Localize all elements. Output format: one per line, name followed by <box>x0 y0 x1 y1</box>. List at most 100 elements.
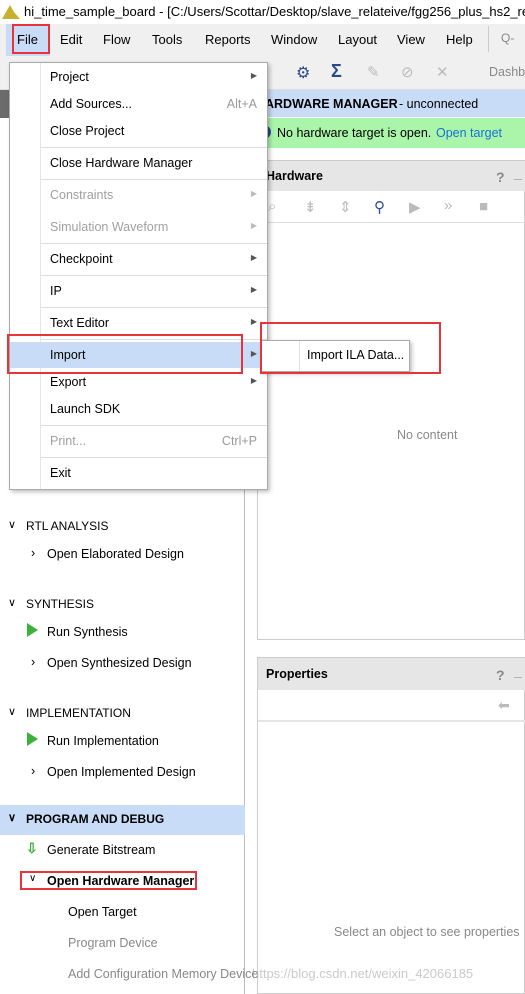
properties-window: Properties ? _ ⬅ Select an object to see… <box>257 657 525 994</box>
properties-toolbar: ⬅ <box>258 690 525 722</box>
disabled-tool-icon[interactable]: ⊘ <box>401 63 414 81</box>
hardware-panel-title: Hardware <box>266 169 323 183</box>
shortcut-label: Alt+A <box>226 97 257 111</box>
no-content-text: No content <box>397 428 458 442</box>
status-banner: No hardware target is open. Open target <box>257 118 525 148</box>
menu-help[interactable]: Help <box>446 32 473 47</box>
menu-item-checkpoint[interactable]: Checkpoint ▶ <box>10 246 267 272</box>
menu-item-launch-sdk[interactable]: Launch SDK <box>10 396 267 422</box>
minimize-button[interactable]: _ <box>514 663 522 679</box>
open-target-link[interactable]: Open target <box>436 126 502 140</box>
nav-open-implemented-design[interactable]: Open Implemented Design <box>47 765 196 779</box>
chevron-down-icon: ∨ <box>29 873 37 884</box>
sigma-icon[interactable]: Σ <box>331 61 342 82</box>
hardware-toolbar: ⌕ ⇟ ⇕ ⚲ ▶ » ■ <box>258 191 525 223</box>
divider <box>488 26 489 52</box>
menu-edit[interactable]: Edit <box>60 32 82 47</box>
menu-item-ip[interactable]: IP ▶ <box>10 278 267 304</box>
menu-item-label: Simulation Waveform <box>50 220 169 234</box>
menu-item-label: Launch SDK <box>50 402 121 416</box>
menu-item-import[interactable]: Import ▶ <box>10 342 267 368</box>
menu-item-import-ila-data[interactable]: Import ILA Data... <box>307 348 404 362</box>
chevron-right-icon: › <box>31 764 36 778</box>
menu-tools[interactable]: Tools <box>152 32 182 47</box>
menu-item-add-sources[interactable]: Add Sources... Alt+A <box>10 91 267 117</box>
menu-item-project[interactable]: Project ▶ <box>10 64 267 90</box>
nav-generate-bitstream[interactable]: Generate Bitstream <box>47 843 155 857</box>
nav-run-implementation[interactable]: Run Implementation <box>47 734 159 748</box>
properties-panel-title: Properties <box>266 667 328 681</box>
connection-status: - unconnected <box>399 97 479 111</box>
menu-item-print[interactable]: Print... Ctrl+P <box>10 428 267 454</box>
hardware-window: Hardware ? _ ⌕ ⇟ ⇕ ⚲ ▶ » ■ No content <box>257 160 525 640</box>
disabled-close-icon[interactable]: ✕ <box>436 63 449 81</box>
search-icon[interactable]: ⌕ <box>268 198 276 215</box>
menu-item-label: Text Editor <box>50 316 110 330</box>
import-submenu: Import ILA Data... <box>260 340 410 372</box>
window-title: hi_time_sample_board - [C:/Users/Scottar… <box>24 4 525 19</box>
menu-view[interactable]: View <box>397 32 425 47</box>
help-button[interactable]: ? <box>496 667 505 683</box>
menu-separator <box>41 457 267 458</box>
run-play-icon <box>27 623 38 637</box>
menu-item-close-hardware-manager[interactable]: Close Hardware Manager <box>10 150 267 176</box>
nav-run-synthesis[interactable]: Run Synthesis <box>47 625 128 639</box>
generate-bitstream-icon: ⇩ <box>26 840 38 856</box>
section-implementation[interactable]: ∨ IMPLEMENTATION <box>0 699 245 727</box>
nav-open-elaborated-design[interactable]: Open Elaborated Design <box>47 547 184 561</box>
minimize-button[interactable]: _ <box>514 165 522 181</box>
menu-item-label: Exit <box>50 466 71 480</box>
vivado-logo-icon <box>2 5 20 19</box>
menu-item-export[interactable]: Export ▶ <box>10 369 267 395</box>
menu-item-label: IP <box>50 284 62 298</box>
chevron-down-icon: ∨ <box>8 519 17 531</box>
no-selection-text: Select an object to see properties <box>334 925 520 939</box>
menu-item-constraints[interactable]: Constraints ▶ <box>10 182 267 208</box>
help-button[interactable]: ? <box>496 169 505 185</box>
menu-file[interactable]: File <box>17 32 38 47</box>
menu-item-label: Print... <box>50 434 87 448</box>
menu-separator <box>41 339 267 340</box>
run-trigger-icon[interactable]: ▶ <box>409 198 421 216</box>
menu-item-label: Checkpoint <box>50 252 113 266</box>
nav-add-configuration-memory-device[interactable]: Add Configuration Memory Device <box>68 967 258 981</box>
hardware-manager-panel: ARDWARE MANAGER - unconnected No hardwar… <box>257 90 525 994</box>
nav-open-hardware-manager[interactable]: Open Hardware Manager <box>47 874 194 888</box>
submenu-gutter <box>299 341 300 371</box>
menu-item-close-project[interactable]: Close Project <box>10 118 267 144</box>
run-play-icon <box>27 732 38 746</box>
chevron-down-icon: ∨ <box>8 597 17 609</box>
nav-open-synthesized-design[interactable]: Open Synthesized Design <box>47 656 192 670</box>
dashboard-button[interactable]: Dashb <box>489 65 525 79</box>
run-trigger-immediate-icon[interactable]: » <box>444 197 452 214</box>
menu-separator <box>41 425 267 426</box>
back-arrow-icon[interactable]: ⬅ <box>498 697 510 714</box>
chevron-right-icon: › <box>31 655 36 669</box>
status-message: No hardware target is open. <box>277 126 432 140</box>
menu-reports[interactable]: Reports <box>205 32 251 47</box>
nav-program-device[interactable]: Program Device <box>68 936 158 950</box>
settings-gear-icon[interactable]: ⚙ <box>296 63 310 83</box>
disabled-tool-icon[interactable]: ✎ <box>367 63 380 81</box>
section-rtl-analysis[interactable]: ∨ RTL ANALYSIS <box>0 512 245 540</box>
collapse-all-icon[interactable]: ⇟ <box>304 198 317 216</box>
menu-flow[interactable]: Flow <box>103 32 130 47</box>
menu-item-text-editor[interactable]: Text Editor ▶ <box>10 310 267 336</box>
auto-connect-icon[interactable]: ⚲ <box>374 198 385 216</box>
menu-window[interactable]: Window <box>271 32 317 47</box>
section-program-and-debug[interactable]: ∨ PROGRAM AND DEBUG <box>0 805 245 835</box>
menu-item-exit[interactable]: Exit <box>10 460 267 486</box>
menu-item-simulation-waveform[interactable]: Simulation Waveform ▶ <box>10 214 267 240</box>
menu-separator <box>41 275 267 276</box>
menu-item-label: Add Sources... <box>50 97 132 111</box>
stop-icon[interactable]: ■ <box>479 198 488 215</box>
nav-open-target[interactable]: Open Target <box>68 905 137 919</box>
shortcut-label: Ctrl+P <box>221 434 257 448</box>
quick-search-input[interactable]: Q- <box>501 31 514 45</box>
section-synthesis[interactable]: ∨ SYNTHESIS <box>0 590 245 618</box>
menu-layout[interactable]: Layout <box>338 32 377 47</box>
menu-item-label: Close Hardware Manager <box>50 156 193 170</box>
expand-icon[interactable]: ⇕ <box>339 198 352 216</box>
chevron-right-icon: › <box>31 546 36 560</box>
hardware-manager-title: ARDWARE MANAGER <box>265 97 398 111</box>
